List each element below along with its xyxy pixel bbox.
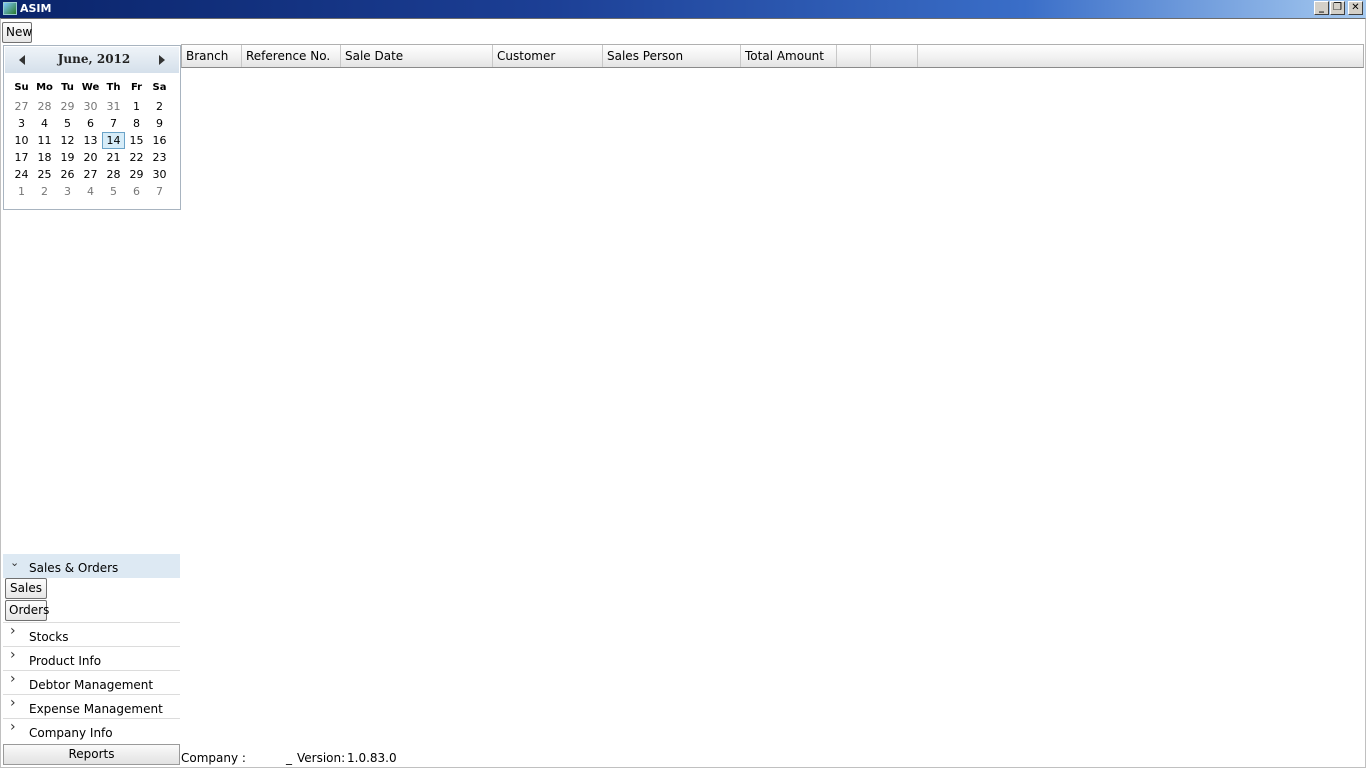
calendar-day[interactable]: 6 <box>125 183 148 200</box>
orders-button[interactable]: Orders <box>5 600 49 621</box>
nav-group-label: Expense Management <box>29 702 163 716</box>
next-month-icon[interactable] <box>159 55 165 65</box>
calendar-day[interactable]: 22 <box>125 149 148 166</box>
window-frame <box>0 18 1366 768</box>
calendar-grid: Su Mo Tu We Th Fr Sa 27 28 29 30 31 1 2 3 4 5 6 7 8 9 10 11 12 1… <box>10 81 180 200</box>
calendar-day[interactable]: 11 <box>33 132 56 149</box>
calendar-day[interactable]: 1 <box>10 183 33 200</box>
title-bar: ASIM _ ❐ ✕ <box>0 0 1366 18</box>
restore-button[interactable]: ❐ <box>1330 1 1345 15</box>
calendar-day[interactable]: 17 <box>10 149 33 166</box>
nav-group-item[interactable]: › Expense Management <box>3 694 180 718</box>
calendar-day[interactable]: 18 <box>33 149 56 166</box>
nav-group-label: Product Info <box>29 654 102 668</box>
reports-button[interactable]: Reports <box>3 744 180 765</box>
new-button[interactable]: New <box>2 22 32 43</box>
calendar-day[interactable]: 28 <box>102 166 125 183</box>
chevron-right-icon: › <box>10 671 16 687</box>
calendar-day[interactable]: 19 <box>56 149 79 166</box>
chevron-right-icon: › <box>10 647 16 663</box>
calendar-day[interactable]: 3 <box>10 115 33 132</box>
calendar-day[interactable]: 27 <box>79 166 102 183</box>
chevron-right-icon: › <box>10 623 16 639</box>
calendar-day[interactable]: 30 <box>148 166 171 183</box>
calendar-day[interactable]: 28 <box>33 98 56 115</box>
nav-group-item[interactable]: › Product Info <box>3 646 180 670</box>
calendar-day[interactable]: 9 <box>148 115 171 132</box>
nav-group-label: Debtor Management <box>29 678 154 692</box>
calendar-day[interactable]: 4 <box>79 183 102 200</box>
calendar-day[interactable]: 4 <box>33 115 56 132</box>
calendar-day[interactable]: 23 <box>148 149 171 166</box>
company-label: Company : <box>181 751 246 765</box>
status-separator: _ <box>286 751 292 765</box>
column-header[interactable]: Sale Date <box>341 45 493 67</box>
sales-button[interactable]: Sales <box>5 578 47 599</box>
nav-group-label: Sales & Orders <box>29 561 119 575</box>
calendar-day[interactable]: 21 <box>102 149 125 166</box>
calendar-day[interactable]: 10 <box>10 132 33 149</box>
calendar-day[interactable]: 27 <box>10 98 33 115</box>
calendar-day[interactable]: 1 <box>125 98 148 115</box>
calendar-day[interactable]: 31 <box>102 98 125 115</box>
calendar-day[interactable]: 13 <box>79 132 102 149</box>
chevron-right-icon: › <box>10 695 16 711</box>
calendar-day[interactable]: 2 <box>148 98 171 115</box>
chevron-right-icon: › <box>10 719 16 735</box>
chevron-down-icon: ⌄ <box>10 556 20 569</box>
calendar-day[interactable]: 3 <box>56 183 79 200</box>
calendar-day[interactable]: 30 <box>79 98 102 115</box>
calendar-day[interactable]: 29 <box>125 166 148 183</box>
calendar-day[interactable]: 7 <box>148 183 171 200</box>
calendar-day[interactable]: 12 <box>56 132 79 149</box>
column-header[interactable]: Sales Person <box>603 45 741 67</box>
calendar-day[interactable]: 5 <box>56 115 79 132</box>
calendar-week-row: 3456789 <box>10 115 180 132</box>
nav-group-label: Stocks <box>29 630 69 644</box>
nav-group-item[interactable]: › Debtor Management <box>3 670 180 694</box>
calendar-day[interactable]: 5 <box>102 183 125 200</box>
minimize-button[interactable]: _ <box>1314 1 1329 15</box>
calendar-day[interactable]: 20 <box>79 149 102 166</box>
previous-month-icon[interactable] <box>19 55 25 65</box>
calendar-day[interactable]: 25 <box>33 166 56 183</box>
nav-group-label: Company Info <box>29 726 113 740</box>
close-button[interactable]: ✕ <box>1348 1 1363 15</box>
calendar[interactable]: June, 2012 Su Mo Tu We Th Fr Sa 27 28 29 30 31 1 2 3 4 5… <box>3 45 181 210</box>
calendar-day[interactable]: 6 <box>79 115 102 132</box>
nav-group-item[interactable]: › Stocks <box>3 622 180 646</box>
calendar-day[interactable]: 29 <box>56 98 79 115</box>
calendar-month-label[interactable]: June, 2012 <box>35 52 153 66</box>
column-header[interactable]: Total Amount <box>741 45 837 67</box>
calendar-day[interactable]: 15 <box>125 132 148 149</box>
column-header[interactable]: Branch <box>182 45 242 67</box>
calendar-header: June, 2012 <box>5 47 179 73</box>
calendar-week-row: 10 11 12 13 14 15 16 <box>10 132 180 149</box>
calendar-week-row: 1234567 <box>10 183 180 200</box>
nav-group-item[interactable]: › Company Info <box>3 718 180 742</box>
calendar-weekday-row: Su Mo Tu We Th Fr Sa <box>10 81 180 98</box>
calendar-day[interactable]: 7 <box>102 115 125 132</box>
sales-grid-header: Branch Reference No. Sale Date Customer Sale… <box>181 44 1364 68</box>
calendar-day[interactable]: 2 <box>33 183 56 200</box>
window-title: ASIM <box>20 2 52 15</box>
column-header[interactable]: Reference No. <box>242 45 341 67</box>
calendar-day[interactable]: 14 <box>102 132 125 149</box>
navigation-panel: ⌄ Sales & Orders Sales Orders › Stocks › Pr… <box>3 554 181 744</box>
version-label: Version: <box>297 751 346 765</box>
calendar-day[interactable]: 8 <box>125 115 148 132</box>
column-header[interactable]: Customer <box>493 45 603 67</box>
app-icon <box>3 2 17 15</box>
calendar-day[interactable]: 24 <box>10 166 33 183</box>
column-header[interactable] <box>837 45 871 67</box>
version-value: 1.0.83.0 <box>347 751 397 765</box>
calendar-week-row: 17 18 19 20 21 22 23 <box>10 149 180 166</box>
calendar-week-row: 24 25 26 27 28 29 30 <box>10 166 180 183</box>
nav-group-sales-orders[interactable]: ⌄ Sales & Orders <box>3 554 180 578</box>
calendar-day[interactable]: 26 <box>56 166 79 183</box>
calendar-week-row: 27 28 29 30 31 1 2 <box>10 98 180 115</box>
calendar-day[interactable]: 16 <box>148 132 171 149</box>
column-header[interactable] <box>871 45 918 67</box>
